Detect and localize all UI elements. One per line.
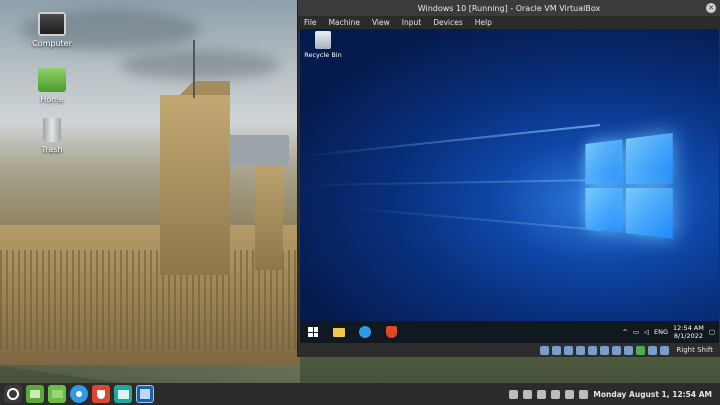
browser-icon <box>359 326 371 338</box>
guest-display[interactable]: Recycle Bin ^ ▭ ◁ ENG 12:54 AM 8/1/2022 … <box>300 29 719 343</box>
optical-drive-icon[interactable] <box>552 345 562 355</box>
usb-icon[interactable] <box>588 345 598 355</box>
update-manager-icon[interactable] <box>565 389 575 399</box>
computer-icon <box>38 12 66 36</box>
mint-menu-button[interactable] <box>4 385 22 403</box>
taskbar-show-desktop[interactable] <box>26 385 44 403</box>
host-clock[interactable]: Monday August 1, 12:54 AM <box>593 390 712 399</box>
trash-icon <box>43 118 61 142</box>
windows-system-tray: ^ ▭ ◁ ENG 12:54 AM 8/1/2022 ▢ <box>622 324 719 340</box>
taskbar-brave[interactable] <box>378 321 404 343</box>
host-key-label: Right Shift <box>676 346 713 354</box>
taskbar-system-monitor[interactable] <box>114 385 132 403</box>
desktop-icon-home[interactable]: Home <box>22 68 82 104</box>
brave-icon <box>385 326 397 338</box>
wallpaper-victoria-tower <box>160 81 230 275</box>
recycle-bin-icon <box>315 31 331 49</box>
chevron-up-icon[interactable]: ^ <box>622 328 627 336</box>
cpu-activity-icon[interactable] <box>636 345 646 355</box>
virtualbox-icon <box>140 389 150 399</box>
brave-icon <box>97 389 105 399</box>
desktop-icon-label: Trash <box>41 145 63 154</box>
desktop-icon-computer[interactable]: Computer <box>22 12 82 48</box>
clipboard-icon[interactable] <box>509 389 519 399</box>
desktop-icon-recycle-bin[interactable]: Recycle Bin <box>302 31 344 59</box>
desktop-icon-trash[interactable]: Trash <box>22 118 82 154</box>
menu-help[interactable]: Help <box>475 18 492 27</box>
wallpaper-light-beam <box>300 179 601 187</box>
host-desktop: Computer Home Trash Windows 10 [Running]… <box>0 0 720 405</box>
display-icon[interactable] <box>612 345 622 355</box>
desktop-icon-label: Computer <box>32 39 72 48</box>
start-button[interactable] <box>300 321 326 343</box>
monitor-icon <box>117 389 129 399</box>
windows-start-icon <box>308 327 318 337</box>
taskbar-files[interactable] <box>48 385 66 403</box>
menu-view[interactable]: View <box>372 18 390 27</box>
host-taskbar: Monday August 1, 12:54 AM <box>0 383 720 405</box>
mouse-integration-icon[interactable] <box>648 345 658 355</box>
menu-devices[interactable]: Devices <box>433 18 463 27</box>
desktop-icon <box>30 390 40 398</box>
shared-folders-icon[interactable] <box>600 345 610 355</box>
menu-bar: File Machine View Input Devices Help <box>298 16 720 29</box>
wallpaper-light-beam <box>301 124 601 158</box>
desktop-icon-label: Home <box>40 95 64 104</box>
windows-clock[interactable]: 12:54 AM 8/1/2022 <box>673 324 704 340</box>
window-title: Windows 10 [Running] - Oracle VM Virtual… <box>417 3 601 13</box>
wallpaper-central-tower <box>255 136 283 270</box>
taskbar-browser[interactable] <box>352 321 378 343</box>
shield-icon[interactable] <box>537 389 547 399</box>
clock-time: 12:54 AM <box>672 324 704 332</box>
language-indicator[interactable]: ENG <box>654 328 668 336</box>
virtualbox-window[interactable]: Windows 10 [Running] - Oracle VM Virtual… <box>297 0 720 357</box>
taskbar-brave[interactable] <box>92 385 110 403</box>
wallpaper-flagpole <box>193 40 195 98</box>
hard-disk-icon[interactable] <box>540 345 550 355</box>
network-icon[interactable]: ▭ <box>633 328 639 336</box>
taskbar-virtualbox[interactable] <box>136 385 154 403</box>
home-folder-icon <box>38 68 66 92</box>
clock-date: 8/1/2022 <box>673 332 704 340</box>
folder-icon <box>333 327 345 337</box>
volume-icon[interactable] <box>551 389 561 399</box>
wallpaper-light-beam <box>340 206 601 231</box>
close-button[interactable]: ✕ <box>706 3 716 13</box>
menu-machine[interactable]: Machine <box>329 18 360 27</box>
desktop-icon-label: Recycle Bin <box>304 51 342 59</box>
linux-mint-icon <box>7 388 19 400</box>
host-system-tray: Monday August 1, 12:54 AM <box>509 389 720 399</box>
recording-icon[interactable] <box>624 345 634 355</box>
wallpaper-buildings <box>229 135 289 165</box>
taskbar-browser[interactable] <box>70 385 88 403</box>
window-titlebar[interactable]: Windows 10 [Running] - Oracle VM Virtual… <box>298 0 720 16</box>
notification-icon[interactable]: ▢ <box>709 328 715 336</box>
menu-input[interactable]: Input <box>402 18 421 27</box>
browser-icon <box>76 391 82 397</box>
network-icon[interactable] <box>579 389 589 399</box>
volume-icon[interactable]: ◁ <box>644 328 649 336</box>
vm-status-bar: Right Shift <box>298 343 720 357</box>
folder-icon <box>51 390 63 398</box>
wallpaper-cloud <box>120 50 280 80</box>
menu-file[interactable]: File <box>304 18 317 27</box>
network-adapter-icon[interactable] <box>576 345 586 355</box>
audio-icon[interactable] <box>564 345 574 355</box>
windows-logo-wallpaper <box>585 132 675 242</box>
windows-taskbar: ^ ▭ ◁ ENG 12:54 AM 8/1/2022 ▢ <box>300 321 719 343</box>
battery-icon[interactable] <box>523 389 533 399</box>
keyboard-icon[interactable] <box>660 345 670 355</box>
taskbar-file-explorer[interactable] <box>326 321 352 343</box>
